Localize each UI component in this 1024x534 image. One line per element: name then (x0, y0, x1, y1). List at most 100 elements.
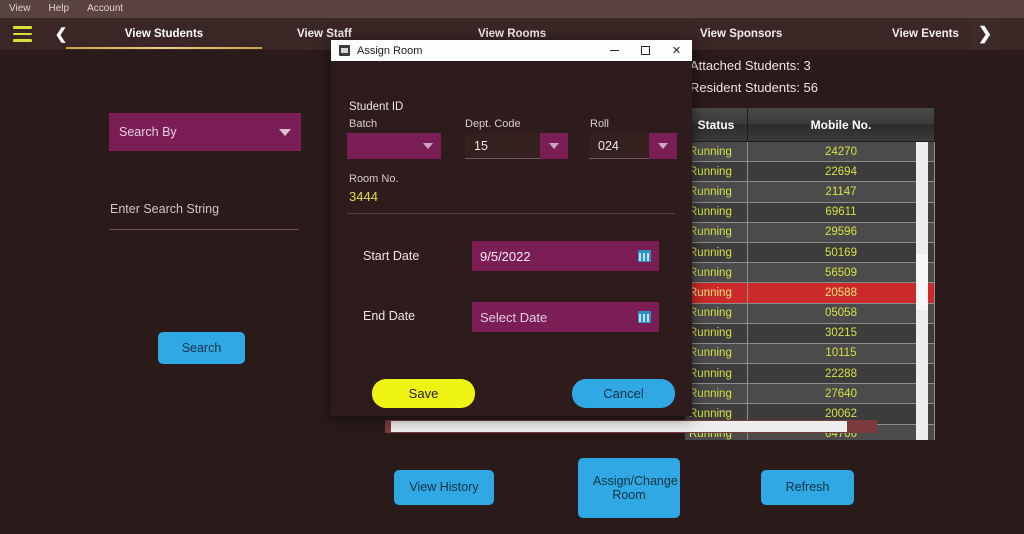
os-menu-bar: View Help Account (0, 0, 1024, 18)
tab-label: View Events (892, 28, 959, 40)
chevron-down-icon[interactable] (540, 133, 568, 159)
table-row[interactable]: Running 22288 (685, 364, 935, 385)
dept-code-dropdown[interactable]: 15 (465, 133, 568, 159)
scrollbar-thumb-horizontal[interactable] (391, 421, 847, 432)
cell-mobile-no: 22694 (748, 162, 935, 183)
save-button[interactable]: Save (372, 379, 475, 408)
assign-room-dialog: Assign Room ✕ Student ID Batch Dept. Cod… (331, 40, 692, 416)
cell-status: Running (685, 283, 748, 304)
students-table: Status Mobile No. Running 24270 Running 226… (685, 108, 935, 440)
start-date-label: Start Date (363, 249, 420, 263)
minimize-icon[interactable] (599, 40, 630, 61)
end-date-label: End Date (363, 309, 416, 323)
cell-status: Running (685, 242, 748, 264)
cell-mobile-no: 20588 (748, 283, 935, 304)
cell-mobile-no: 05058 (748, 303, 935, 324)
menu-item-view[interactable]: View (0, 0, 40, 18)
tab-label: View Students (124, 28, 204, 40)
end-date-field[interactable]: Select Date (472, 302, 659, 332)
room-no-value[interactable]: 3444 (349, 189, 378, 204)
cell-mobile-no: 21147 (748, 182, 935, 203)
search-panel: Search By Enter Search String Search (0, 50, 330, 534)
table-body: Running 24270 Running 22694 Running 21147 Runn… (685, 142, 935, 440)
maximize-icon[interactable] (630, 40, 661, 61)
dialog-title-bar[interactable]: Assign Room ✕ (331, 40, 692, 61)
tab-view-events[interactable]: View Events (826, 18, 986, 50)
window-icon (339, 45, 350, 56)
attached-students-count: Attached Students: 3 (690, 58, 811, 73)
search-by-dropdown[interactable]: Search By (109, 113, 301, 151)
table-row[interactable]: Running 10115 (685, 343, 935, 365)
scrollbar-thumb[interactable] (916, 254, 928, 310)
cell-status: Running (685, 303, 748, 324)
cell-mobile-no: 29596 (748, 222, 935, 243)
tab-label: View Staff (297, 28, 352, 40)
table-row[interactable]: Running 05058 (685, 303, 935, 324)
table-row[interactable]: Running 21147 (685, 182, 935, 203)
cell-mobile-no: 30215 (748, 323, 935, 344)
dept-code-label: Dept. Code (465, 118, 521, 130)
cell-mobile-no: 56509 (748, 263, 935, 284)
table-row[interactable]: Running 20588 (685, 283, 935, 304)
room-no-label: Room No. (349, 173, 399, 185)
calendar-icon[interactable] (638, 250, 651, 262)
table-header-row: Status Mobile No. (685, 108, 935, 142)
table-horizontal-scrollbar[interactable] (385, 420, 877, 433)
tab-label: View Sponsors (700, 28, 783, 40)
table-row[interactable]: Running 50169 (685, 242, 935, 264)
cancel-button[interactable]: Cancel (572, 379, 675, 408)
student-id-label: Student ID (349, 101, 404, 113)
chevron-down-icon (423, 143, 433, 149)
table-row[interactable]: Running 30215 (685, 323, 935, 344)
cell-status: Running (685, 323, 748, 344)
end-date-value: Select Date (480, 309, 548, 325)
batch-label: Batch (349, 118, 378, 130)
table-row[interactable]: Running 24270 (685, 142, 935, 163)
cell-status: Running (685, 142, 748, 163)
refresh-button[interactable]: Refresh (761, 470, 854, 505)
search-button[interactable]: Search (158, 332, 245, 364)
cell-mobile-no: 69611 (748, 202, 935, 223)
calendar-icon[interactable] (638, 311, 651, 323)
table-row[interactable]: Running 56509 (685, 263, 935, 284)
search-by-value: Search By (119, 125, 177, 139)
batch-dropdown[interactable] (347, 133, 441, 159)
menu-item-help[interactable]: Help (40, 0, 79, 18)
roll-dropdown[interactable]: 024 (589, 133, 677, 159)
tab-view-students[interactable]: View Students (66, 18, 262, 50)
assign-change-room-button[interactable]: Assign/Change Room (578, 458, 680, 518)
chevron-down-icon (279, 128, 291, 136)
cell-status: Running (685, 263, 748, 284)
column-header-mobile-no[interactable]: Mobile No. (748, 108, 935, 142)
table-vertical-scrollbar[interactable] (916, 142, 928, 440)
table-row[interactable]: Running 29596 (685, 222, 935, 243)
table-row[interactable]: Running 22694 (685, 162, 935, 183)
cell-status: Running (685, 222, 748, 243)
divider (347, 213, 675, 214)
cell-status: Running (685, 384, 748, 405)
table-row[interactable]: Running 27640 (685, 384, 935, 405)
resident-students-count: Resident Students: 56 (690, 80, 818, 95)
close-icon[interactable]: ✕ (661, 40, 692, 61)
tab-label: View Rooms (478, 28, 547, 40)
roll-label: Roll (590, 118, 609, 130)
dialog-title: Assign Room (357, 44, 423, 57)
hamburger-icon[interactable] (13, 26, 32, 42)
assign-change-room-label: Assign/Change Room (593, 473, 678, 502)
cell-mobile-no: 22288 (748, 364, 935, 385)
column-header-status[interactable]: Status (685, 108, 748, 142)
cell-mobile-no: 10115 (748, 343, 935, 365)
start-date-value: 9/5/2022 (480, 248, 531, 264)
application-window: View Help Account ❮ ❯ View Students View… (0, 0, 1024, 534)
search-string-input[interactable]: Enter Search String (109, 202, 299, 230)
cell-status: Running (685, 182, 748, 203)
chevron-down-icon[interactable] (649, 133, 677, 159)
table-row[interactable]: Running 69611 (685, 202, 935, 223)
cell-mobile-no: 24270 (748, 142, 935, 163)
menu-item-account[interactable]: Account (78, 0, 132, 18)
cell-mobile-no: 50169 (748, 242, 935, 264)
cell-status: Running (685, 162, 748, 183)
view-history-button[interactable]: View History (394, 470, 494, 505)
start-date-field[interactable]: 9/5/2022 (472, 241, 659, 271)
dept-code-value: 15 (465, 133, 540, 159)
